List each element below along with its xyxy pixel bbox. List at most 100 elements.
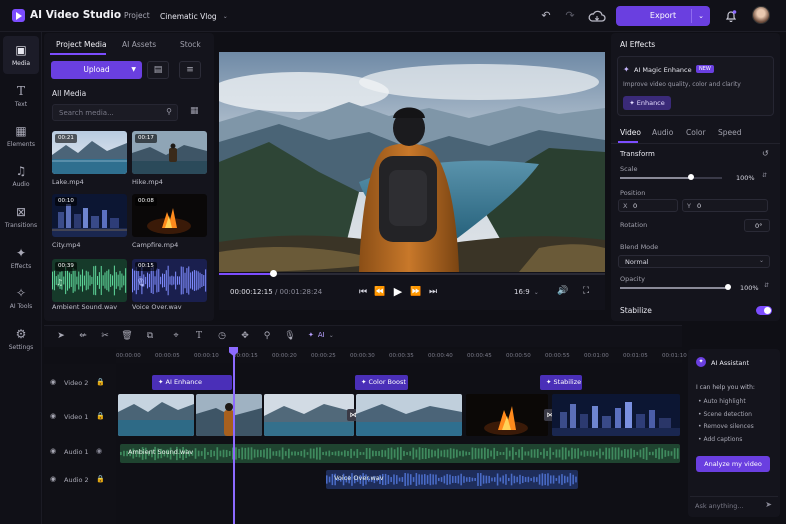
rail-item-settings[interactable]: ⚙ Settings bbox=[3, 320, 39, 358]
eye-icon[interactable]: ◉ bbox=[50, 447, 56, 455]
rail-item-ai-tools[interactable]: ✧ AI Tools bbox=[3, 279, 39, 317]
rail-item-effects[interactable]: ✦ Effects bbox=[3, 239, 39, 277]
video-preview[interactable] bbox=[219, 52, 605, 272]
scale-knob[interactable] bbox=[688, 174, 694, 180]
video-clip-lake-2[interactable] bbox=[264, 394, 354, 436]
enhance-button[interactable]: ✦ Enhance bbox=[623, 96, 671, 110]
aspect-selector[interactable]: 16:9 ⌄ bbox=[514, 288, 539, 296]
redo-icon[interactable]: ↷ bbox=[562, 8, 578, 24]
effect-clip-ai-enhance[interactable]: ✦ AI Enhance bbox=[152, 375, 232, 390]
waveform-bar bbox=[356, 449, 359, 458]
playhead[interactable] bbox=[233, 348, 235, 524]
split-icon[interactable]: ✥ bbox=[238, 331, 252, 341]
play-icon[interactable]: ▶ bbox=[391, 285, 405, 298]
blend-mode-select[interactable]: Normal ⌄ bbox=[618, 255, 770, 268]
stepper-icon[interactable]: ⇵ bbox=[764, 282, 769, 289]
rail-item-transitions[interactable]: ⊠ Transitions bbox=[3, 198, 39, 236]
analyze-video-button[interactable]: Analyze my video bbox=[696, 456, 770, 472]
chevron-down-icon[interactable]: ⌄ bbox=[698, 6, 704, 26]
video-clip-hike[interactable] bbox=[196, 394, 262, 436]
stepper-icon[interactable]: ⇵ bbox=[762, 172, 767, 179]
skip-forward-icon[interactable]: ⏭ bbox=[427, 287, 439, 297]
media-thumb[interactable]: 00:10 bbox=[52, 194, 127, 237]
duplicate-icon[interactable]: ⧉ bbox=[143, 331, 157, 341]
filter-icon[interactable]: ≡ bbox=[179, 61, 201, 79]
lock-icon[interactable]: 🔒 bbox=[96, 412, 105, 420]
timeline-ruler[interactable]: 00:00:00 00:00:05 00:00:10 00:00:15 00:00:20… bbox=[116, 349, 687, 363]
visibility-icon[interactable]: ◉ bbox=[96, 447, 102, 455]
waveform-bar bbox=[449, 474, 451, 485]
cloud-icon[interactable] bbox=[588, 9, 606, 23]
scale-value[interactable]: 100% bbox=[736, 174, 755, 182]
rail-item-text[interactable]: T Text bbox=[3, 77, 39, 115]
rail-item-elements[interactable]: ▦ Elements bbox=[3, 117, 39, 155]
assistant-input[interactable] bbox=[695, 500, 761, 511]
media-thumb[interactable]: 00:15 🎙 bbox=[132, 259, 207, 302]
audio-clip-ambient[interactable]: Ambient Sound.wav bbox=[120, 444, 680, 463]
search-icon[interactable]: ⚲ bbox=[166, 107, 172, 116]
tab-project-media[interactable]: Project Media bbox=[56, 40, 107, 49]
video-clip-city[interactable] bbox=[552, 394, 680, 436]
grid-view-icon[interactable]: ▦ bbox=[190, 106, 199, 116]
cursor-icon[interactable]: ➤ bbox=[54, 331, 68, 341]
video-clip-lake-3[interactable] bbox=[356, 394, 462, 436]
fast-forward-icon[interactable]: ⏩ bbox=[410, 287, 422, 297]
waveform-bar bbox=[110, 274, 112, 287]
eye-icon[interactable]: ◉ bbox=[50, 412, 56, 420]
media-thumb[interactable]: 00:21 bbox=[52, 131, 127, 174]
volume-icon[interactable]: 🔊 bbox=[557, 286, 569, 296]
lock-icon[interactable]: 🔒 bbox=[96, 378, 105, 386]
stabilize-toggle[interactable] bbox=[756, 306, 772, 315]
playback-progress-knob[interactable] bbox=[270, 270, 278, 277]
media-thumb[interactable]: 00:08 bbox=[132, 194, 207, 237]
video-clip-campfire[interactable] bbox=[466, 394, 548, 436]
fullscreen-icon[interactable]: ⛶ bbox=[580, 286, 592, 296]
undo-icon[interactable]: ↶ bbox=[538, 8, 554, 24]
crop-icon[interactable]: ⌖ bbox=[169, 331, 183, 341]
effect-clip-stabilize[interactable]: ✦ Stabilize bbox=[540, 375, 582, 390]
zoom-icon[interactable]: ⚲ bbox=[260, 331, 274, 341]
send-icon[interactable]: ➤ bbox=[765, 500, 772, 509]
media-thumb[interactable]: 00:39 ♫ bbox=[52, 259, 127, 302]
eye-icon[interactable]: ◉ bbox=[50, 378, 56, 386]
folder-icon[interactable]: ▤ bbox=[147, 61, 169, 79]
rail-item-media[interactable]: ▣ Media bbox=[3, 36, 39, 74]
tab-video[interactable]: Video bbox=[620, 128, 641, 137]
position-x-field[interactable]: X 0 bbox=[618, 199, 678, 212]
tab-ai-assets[interactable]: AI Assets bbox=[122, 40, 156, 49]
video-clip-lake[interactable] bbox=[118, 394, 194, 436]
rewind-icon[interactable]: ⏪ bbox=[374, 287, 386, 297]
eye-icon[interactable]: ◉ bbox=[50, 475, 56, 483]
tab-speed[interactable]: Speed bbox=[718, 128, 742, 137]
trim-icon[interactable]: ⇍ bbox=[76, 331, 90, 341]
opacity-value[interactable]: 100% bbox=[740, 284, 759, 292]
export-button[interactable]: Export ⌄ bbox=[616, 6, 710, 26]
media-thumb[interactable]: 00:17 bbox=[132, 131, 207, 174]
scale-slider[interactable] bbox=[620, 177, 722, 179]
lock-icon[interactable]: 🔒 bbox=[96, 475, 105, 483]
scissors-icon[interactable]: ✂ bbox=[98, 331, 112, 341]
ai-tools-menu[interactable]: ✦ AI ⌄ bbox=[308, 331, 334, 339]
bell-icon[interactable] bbox=[724, 8, 738, 23]
opacity-knob[interactable] bbox=[725, 284, 731, 290]
skip-back-icon[interactable]: ⏮ bbox=[357, 287, 369, 297]
trash-icon[interactable]: 🗑 bbox=[120, 331, 134, 341]
search-input[interactable] bbox=[59, 107, 159, 119]
waveform-bar bbox=[547, 473, 549, 486]
tab-color[interactable]: Color bbox=[686, 128, 706, 137]
opacity-slider[interactable] bbox=[620, 287, 728, 289]
effect-clip-color-boost[interactable]: ✦ Color Boost bbox=[355, 375, 408, 390]
tab-audio[interactable]: Audio bbox=[652, 128, 673, 137]
speed-icon[interactable]: ◷ bbox=[215, 331, 229, 341]
upload-button[interactable]: Upload ▼ bbox=[51, 61, 142, 79]
position-y-field[interactable]: Y 0 bbox=[682, 199, 768, 212]
reset-icon[interactable]: ↺ bbox=[762, 149, 769, 158]
tab-stock[interactable]: Stock bbox=[180, 40, 201, 49]
project-selector[interactable]: Cinematic Vlog ⌄ bbox=[160, 9, 228, 23]
text-icon[interactable]: T bbox=[192, 331, 206, 341]
microphone-icon[interactable]: 🎙 bbox=[283, 331, 297, 341]
user-avatar[interactable] bbox=[752, 6, 770, 24]
rail-item-audio[interactable]: ♫ Audio bbox=[3, 157, 39, 195]
rotation-field[interactable]: 0° bbox=[744, 219, 770, 232]
audio-clip-voice-over[interactable]: Voice Over.wav bbox=[326, 470, 578, 489]
